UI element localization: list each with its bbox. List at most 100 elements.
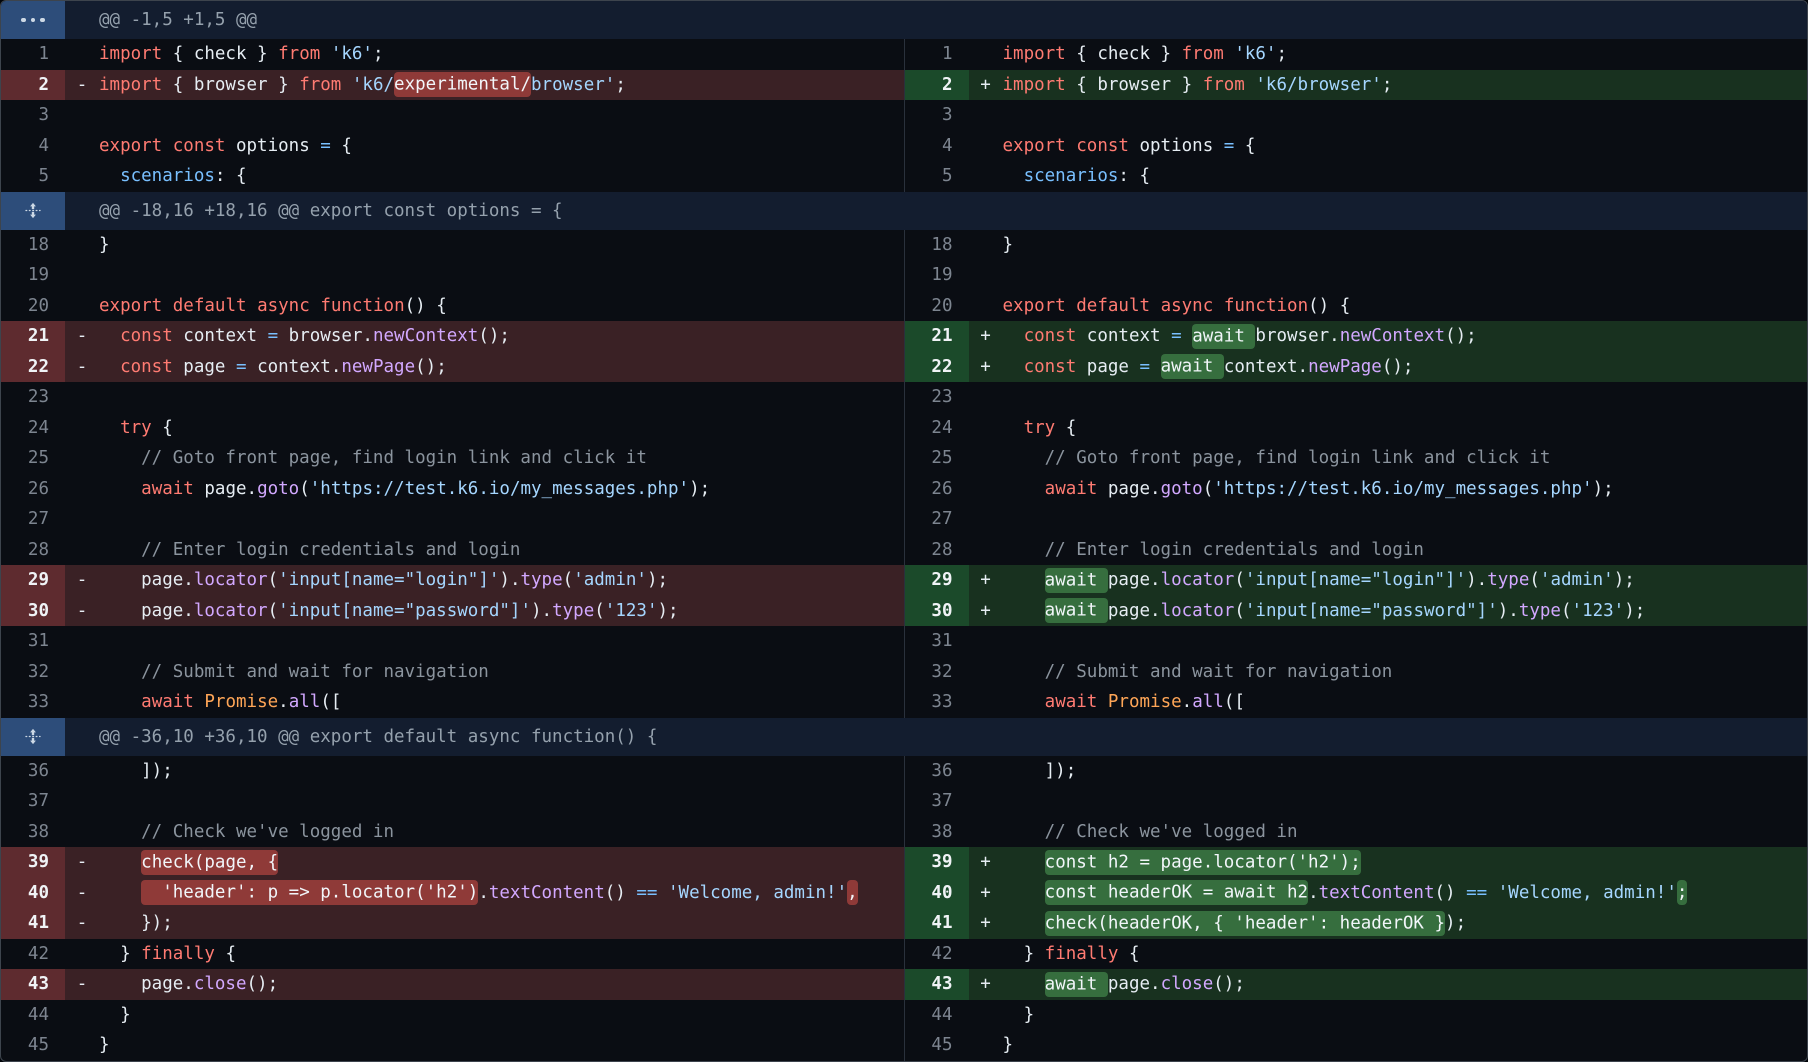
code-line: import { browser } from 'k6/experimental… bbox=[99, 70, 904, 101]
line-number[interactable]: 45 bbox=[905, 1030, 969, 1061]
line-number[interactable]: 4 bbox=[1, 131, 65, 162]
line-number[interactable]: 40 bbox=[1, 878, 65, 909]
line-number[interactable]: 3 bbox=[1, 100, 65, 131]
line-number[interactable]: 32 bbox=[905, 657, 969, 688]
no-sign bbox=[65, 131, 99, 162]
line-number[interactable]: 1 bbox=[905, 39, 969, 70]
line-number[interactable]: 41 bbox=[905, 908, 969, 939]
line-number[interactable]: 38 bbox=[1, 817, 65, 848]
line-number[interactable]: 33 bbox=[1, 687, 65, 718]
line-number[interactable]: 39 bbox=[1, 847, 65, 878]
line-number[interactable]: 33 bbox=[905, 687, 969, 718]
line-number[interactable]: 24 bbox=[905, 413, 969, 444]
code-token: ). bbox=[1466, 570, 1487, 590]
line-number[interactable]: 28 bbox=[1, 535, 65, 566]
code-token bbox=[99, 418, 120, 438]
line-number[interactable]: 38 bbox=[905, 817, 969, 848]
line-number[interactable]: 23 bbox=[905, 382, 969, 413]
line-number[interactable]: 19 bbox=[905, 260, 969, 291]
line-number[interactable]: 21 bbox=[905, 321, 969, 352]
hunk-menu-button[interactable] bbox=[1, 1, 65, 39]
line-number[interactable]: 40 bbox=[905, 878, 969, 909]
line-number[interactable]: 18 bbox=[905, 230, 969, 261]
line-number[interactable]: 22 bbox=[905, 352, 969, 383]
line-number[interactable]: 29 bbox=[1, 565, 65, 596]
line-number[interactable]: 37 bbox=[1, 786, 65, 817]
line-number[interactable]: 45 bbox=[1, 1030, 65, 1061]
code-token: } bbox=[99, 235, 110, 255]
line-number[interactable]: 5 bbox=[905, 161, 969, 192]
expand-hunk-button[interactable] bbox=[1, 718, 65, 756]
line-number[interactable]: 25 bbox=[905, 443, 969, 474]
code-token: import bbox=[99, 75, 162, 95]
code-token bbox=[99, 852, 141, 872]
line-number[interactable]: 27 bbox=[905, 504, 969, 535]
code-token: from bbox=[299, 75, 341, 95]
line-number[interactable]: 44 bbox=[1, 1000, 65, 1031]
line-number[interactable]: 32 bbox=[1, 657, 65, 688]
code-token: ); bbox=[1624, 601, 1645, 621]
diff-side-ctx: 24 try { bbox=[905, 413, 1808, 444]
line-number[interactable]: 42 bbox=[905, 939, 969, 970]
diff-row: 43- page.close();43+ await page.close(); bbox=[1, 969, 1807, 1000]
line-number[interactable]: 37 bbox=[905, 786, 969, 817]
line-number[interactable]: 31 bbox=[905, 626, 969, 657]
line-number[interactable]: 27 bbox=[1, 504, 65, 535]
line-number[interactable]: 20 bbox=[905, 291, 969, 322]
diff-side-ctx: 32 // Submit and wait for navigation bbox=[1, 657, 904, 688]
line-number[interactable]: 23 bbox=[1, 382, 65, 413]
code-line: const context = browser.newContext(); bbox=[99, 321, 904, 352]
line-number[interactable]: 21 bbox=[1, 321, 65, 352]
line-number[interactable]: 44 bbox=[905, 1000, 969, 1031]
code-token: ( bbox=[1561, 601, 1572, 621]
diff-side-ctx: 44 } bbox=[905, 1000, 1808, 1031]
line-number[interactable]: 22 bbox=[1, 352, 65, 383]
line-number[interactable]: 36 bbox=[1, 756, 65, 787]
line-number[interactable]: 24 bbox=[1, 413, 65, 444]
code-token: context bbox=[173, 326, 268, 346]
line-number[interactable]: 25 bbox=[1, 443, 65, 474]
code-token: ; bbox=[1276, 44, 1287, 64]
code-token: ( bbox=[268, 570, 279, 590]
code-line: page.locator('input[name="login"]').type… bbox=[99, 565, 904, 596]
line-number[interactable]: 3 bbox=[905, 100, 969, 131]
line-number[interactable]: 41 bbox=[1, 908, 65, 939]
line-number[interactable]: 29 bbox=[905, 565, 969, 596]
line-number[interactable]: 30 bbox=[1, 596, 65, 627]
line-number[interactable]: 18 bbox=[1, 230, 65, 261]
line-number[interactable]: 20 bbox=[1, 291, 65, 322]
code-token: ; bbox=[1382, 75, 1393, 95]
code-token bbox=[99, 692, 141, 712]
line-number[interactable]: 36 bbox=[905, 756, 969, 787]
code-line bbox=[99, 786, 904, 817]
line-number[interactable]: 31 bbox=[1, 626, 65, 657]
diff-side-ctx: 19 bbox=[1, 260, 904, 291]
code-token: const bbox=[1024, 326, 1077, 346]
line-number[interactable]: 2 bbox=[905, 70, 969, 101]
no-sign bbox=[65, 382, 99, 413]
line-number[interactable]: 30 bbox=[905, 596, 969, 627]
code-line: }); bbox=[99, 908, 904, 939]
line-number[interactable]: 5 bbox=[1, 161, 65, 192]
line-number[interactable]: 26 bbox=[905, 474, 969, 505]
code-token: { bbox=[1118, 944, 1139, 964]
line-number[interactable]: 26 bbox=[1, 474, 65, 505]
line-number[interactable]: 19 bbox=[1, 260, 65, 291]
line-number[interactable]: 4 bbox=[905, 131, 969, 162]
no-sign bbox=[65, 939, 99, 970]
expand-hunk-button[interactable] bbox=[1, 192, 65, 230]
line-number[interactable]: 39 bbox=[905, 847, 969, 878]
code-token: // Goto front page, find login link and … bbox=[1003, 448, 1551, 468]
line-number[interactable]: 2 bbox=[1, 70, 65, 101]
line-number[interactable]: 42 bbox=[1, 939, 65, 970]
line-number[interactable]: 43 bbox=[1, 969, 65, 1000]
no-sign bbox=[969, 100, 1003, 131]
line-number[interactable]: 28 bbox=[905, 535, 969, 566]
line-number[interactable]: 1 bbox=[1, 39, 65, 70]
diff-side-ctx: 27 bbox=[905, 504, 1808, 535]
line-number[interactable]: 43 bbox=[905, 969, 969, 1000]
code-token bbox=[1003, 357, 1024, 377]
code-token: export bbox=[99, 296, 162, 316]
diff-side-ctx: 36 ]); bbox=[1, 756, 904, 787]
diff-side-ctx: 37 bbox=[905, 786, 1808, 817]
